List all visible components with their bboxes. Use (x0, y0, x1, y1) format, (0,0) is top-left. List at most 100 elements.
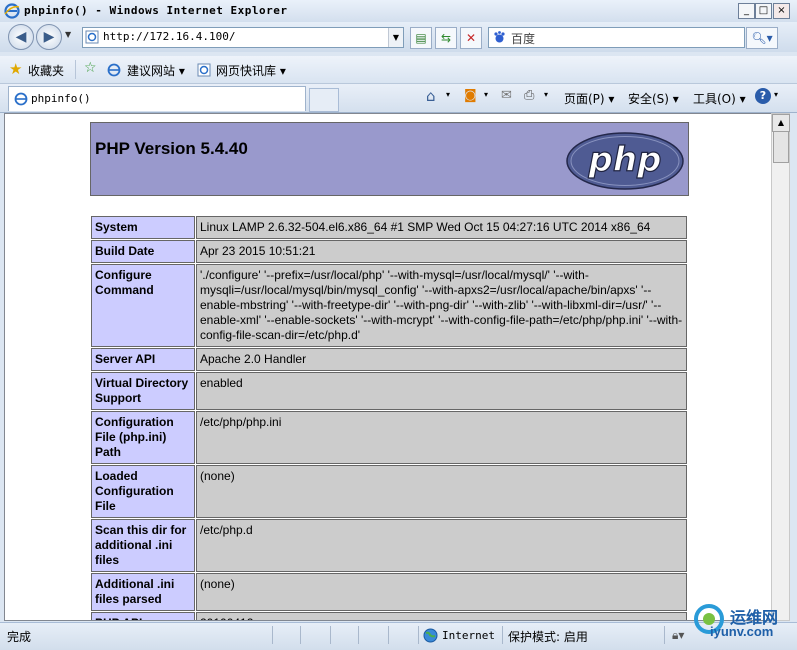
divider (358, 626, 359, 644)
tab-row: phpinfo() ⌂ ▾ ◙ ▾ ✉ ⎙ ▾ 页面(P) ▾ 安全(S) ▾ … (0, 84, 797, 113)
php-info-value: Apache 2.0 Handler (196, 348, 687, 371)
php-info-value: (none) (196, 465, 687, 518)
php-version-title: PHP Version 5.4.40 (95, 139, 248, 158)
forward-button[interactable]: ▶ (36, 24, 62, 50)
php-info-value: 20100412 (196, 612, 687, 620)
page-menu[interactable]: 页面(P) ▾ (564, 90, 614, 107)
tab-ie-icon (14, 92, 28, 106)
php-info-value: Linux LAMP 2.6.32-504.el6.x86_64 #1 SMP … (196, 216, 687, 239)
tools-menu[interactable]: 工具(O) ▾ (693, 90, 746, 107)
php-info-row: System Linux LAMP 2.6.32-504.el6.x86_64 #… (91, 216, 687, 239)
print-icon[interactable]: ⎙ (524, 88, 534, 103)
close-button[interactable]: × (773, 3, 790, 19)
php-info-row: Scan this dir for additional .ini files /… (91, 519, 687, 572)
php-info-row: Virtual Directory Support enabled (91, 372, 687, 410)
home-icon[interactable]: ⌂ (426, 87, 436, 105)
zone-label[interactable]: Internet (442, 629, 495, 642)
search-button[interactable]: 🔍︎▾ (746, 27, 778, 49)
print-dropdown-icon[interactable]: ▾ (544, 90, 548, 99)
address-dropdown-icon[interactable]: ▼ (388, 28, 403, 47)
php-logo-icon: php (566, 132, 684, 190)
php-info-key: Virtual Directory Support (91, 372, 195, 410)
php-info-key: Build Date (91, 240, 195, 263)
search-icon: 🔍︎▾ (751, 31, 773, 45)
watermark: 运维网 iyunv.com (690, 600, 797, 649)
compatibility-view-button[interactable]: ▤ (410, 27, 432, 49)
php-info-key: Loaded Configuration File (91, 465, 195, 518)
search-box[interactable]: 百度 (488, 27, 745, 48)
search-input[interactable]: 百度 (511, 30, 535, 47)
address-url[interactable]: http://172.16.4.100/ (103, 30, 235, 43)
stop-button[interactable]: ✕ (460, 27, 482, 49)
refresh-button[interactable]: ⇆ (435, 27, 457, 49)
php-info-key: Scan this dir for additional .ini files (91, 519, 195, 572)
add-favorite-icon[interactable]: ☆ (84, 60, 97, 76)
compat-page-icon: ▤ (415, 31, 427, 45)
mail-icon[interactable]: ✉ (501, 88, 512, 103)
watermark-url: iyunv.com (710, 624, 774, 639)
scroll-thumb[interactable] (773, 131, 789, 163)
suggested-sites-link[interactable]: 建议网站 ▾ (127, 62, 185, 79)
scroll-up-button[interactable]: ▲ (772, 114, 790, 132)
window-title: phpinfo() - Windows Internet Explorer (24, 4, 288, 17)
ie-icon (4, 3, 20, 19)
forward-arrow-icon: ▶ (43, 29, 55, 45)
favorites-button[interactable]: 收藏夹 (28, 62, 64, 79)
address-toolbar: ◀ ▶ ▼ http://172.16.4.100/ ▼ ▤ ⇆ ✕ 百度 🔍︎… (0, 22, 797, 52)
php-info-value: /etc/php/php.ini (196, 411, 687, 464)
address-bar[interactable]: http://172.16.4.100/ ▼ (82, 27, 404, 48)
web-slice-gallery-link[interactable]: 网页快讯库 ▾ (216, 62, 286, 79)
protected-mode-label[interactable]: 保护模式: 启用 (508, 628, 588, 645)
php-info-value: Apr 23 2015 10:51:21 (196, 240, 687, 263)
security-lock-icon[interactable]: 🔒︎▾ (672, 628, 684, 643)
suggested-sites-icon (107, 63, 121, 77)
php-info-key: Configure Command (91, 264, 195, 347)
php-info-table: System Linux LAMP 2.6.32-504.el6.x86_64 #… (90, 215, 688, 620)
favorites-bar: ★ 收藏夹 ☆ 建议网站 ▾ 网页快讯库 ▾ (0, 56, 797, 84)
back-arrow-icon: ◀ (15, 29, 27, 45)
divider (330, 626, 331, 644)
stop-icon: ✕ (465, 31, 477, 45)
php-info-row: Build Date Apr 23 2015 10:51:21 (91, 240, 687, 263)
help-dropdown-icon[interactable]: ▾ (774, 90, 778, 99)
vertical-scrollbar[interactable]: ▲ (771, 113, 790, 621)
php-info-value: './configure' '--prefix=/usr/local/php' … (196, 264, 687, 347)
page-content: PHP Version 5.4.40 php System Linux LAMP … (4, 113, 773, 621)
divider (75, 60, 76, 79)
favorites-star-icon: ★ (9, 60, 23, 78)
php-info-value: (none) (196, 573, 687, 611)
new-tab-button[interactable] (309, 88, 339, 112)
tab-label: phpinfo() (31, 92, 91, 105)
php-info-key: PHP API (91, 612, 195, 620)
help-icon[interactable]: ? (755, 88, 771, 104)
php-info-key: Configuration File (php.ini) Path (91, 411, 195, 464)
php-info-key: System (91, 216, 195, 239)
divider (272, 626, 273, 644)
baidu-icon (494, 31, 505, 43)
php-version-header: PHP Version 5.4.40 php (90, 122, 689, 196)
title-bar: phpinfo() - Windows Internet Explorer _ … (0, 0, 797, 23)
divider (502, 626, 503, 644)
tab-phpinfo[interactable]: phpinfo() (8, 86, 306, 111)
php-info-row: Loaded Configuration File (none) (91, 465, 687, 518)
php-info-key: Additional .ini files parsed (91, 573, 195, 611)
back-button[interactable]: ◀ (8, 24, 34, 50)
feeds-dropdown-icon[interactable]: ▾ (484, 90, 488, 99)
divider (664, 626, 665, 644)
home-dropdown-icon[interactable]: ▾ (446, 90, 450, 99)
divider (388, 626, 389, 644)
maximize-button[interactable]: □ (755, 3, 772, 19)
status-bar: 完成 Internet 保护模式: 启用 🔒︎▾ (0, 622, 797, 650)
refresh-icon: ⇆ (440, 31, 452, 45)
php-info-row: Additional .ini files parsed (none) (91, 573, 687, 611)
php-info-row: PHP API20100412 (91, 612, 687, 620)
php-info-row: Server API Apache 2.0 Handler (91, 348, 687, 371)
feeds-icon[interactable]: ◙ (464, 88, 477, 103)
svg-text:php: php (588, 140, 662, 180)
status-text: 完成 (7, 630, 32, 644)
safety-menu[interactable]: 安全(S) ▾ (628, 90, 679, 107)
divider (300, 626, 301, 644)
minimize-button[interactable]: _ (738, 3, 755, 19)
php-info-value: enabled (196, 372, 687, 410)
history-dropdown-icon[interactable]: ▼ (65, 30, 71, 39)
